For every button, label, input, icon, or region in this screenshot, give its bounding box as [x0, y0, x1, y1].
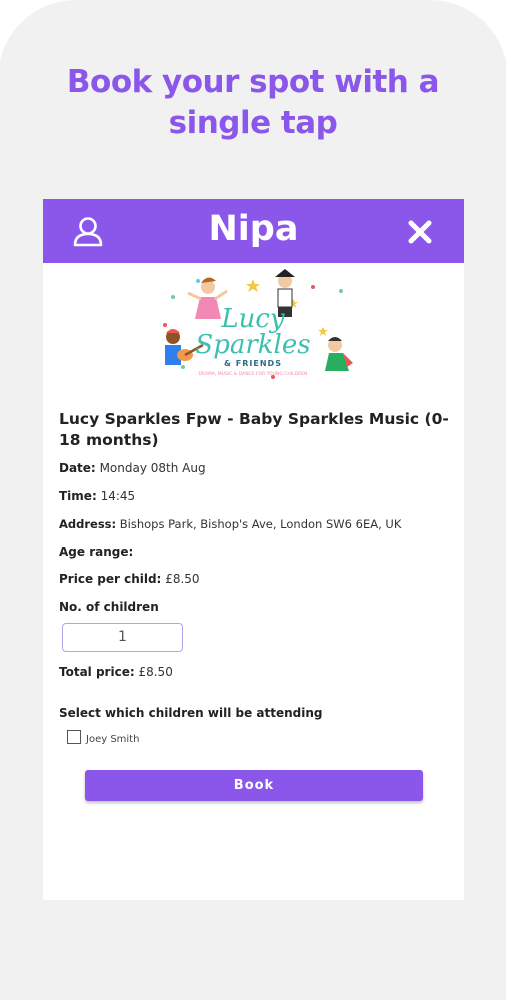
book-button[interactable]: Book [85, 770, 423, 801]
event-address: Address: Bishops Park, Bishop's Ave, Lon… [59, 517, 401, 531]
select-children-label: Select which children will be attending [59, 706, 322, 720]
event-date: Date: Monday 08th Aug [59, 461, 206, 475]
promo-headline-line2: single tap [168, 105, 338, 141]
promo-headline-line1: Book your spot with a [66, 64, 440, 100]
date-label: Date: [59, 461, 96, 475]
price-value: £8.50 [165, 572, 200, 586]
total-price: Total price: £8.50 [59, 665, 173, 679]
select-children-text: Select which children will be attending [59, 706, 323, 720]
total-label: Total price: [59, 665, 135, 679]
event-price: Price per child: £8.50 [59, 572, 200, 586]
child-checkbox[interactable] [67, 730, 81, 744]
total-value: £8.50 [138, 665, 173, 679]
close-icon[interactable] [406, 218, 434, 246]
time-value: 14:45 [100, 489, 136, 503]
age-label: Age range: [59, 545, 134, 559]
time-label: Time: [59, 489, 97, 503]
app-title: Nipa [208, 209, 299, 249]
app-screen: Nipa Lucy Sparkles & FRIENDS DRAMA, MUSI… [43, 199, 464, 900]
logo-line3: & FRIENDS [224, 359, 282, 368]
event-title: Lucy Sparkles Fpw - Baby Sparkles Music … [59, 410, 449, 449]
price-label: Price per child: [59, 572, 162, 586]
event-age-range: Age range: [59, 545, 133, 559]
child-name-label: Joey Smith [86, 734, 140, 745]
lucy-sparkles-logo: Lucy Sparkles & FRIENDS DRAMA, MUSIC & D… [163, 269, 353, 379]
children-count-input[interactable]: 1 [62, 623, 183, 652]
children-label-text: No. of children [59, 600, 159, 614]
address-label: Address: [59, 517, 117, 531]
promo-headline: Book your spot with a single tap [0, 62, 506, 144]
address-value: Bishops Park, Bishop's Ave, London SW6 6… [119, 517, 402, 531]
children-count-label: No. of children [59, 600, 159, 614]
logo-line2: Sparkles [195, 330, 310, 360]
date-value: Monday 08th Aug [99, 461, 206, 475]
logo-tagline: DRAMA, MUSIC & DANCE FOR YOUNG CHILDREN [199, 371, 308, 377]
app-header: Nipa [43, 199, 464, 263]
event-time: Time: 14:45 [59, 489, 135, 503]
